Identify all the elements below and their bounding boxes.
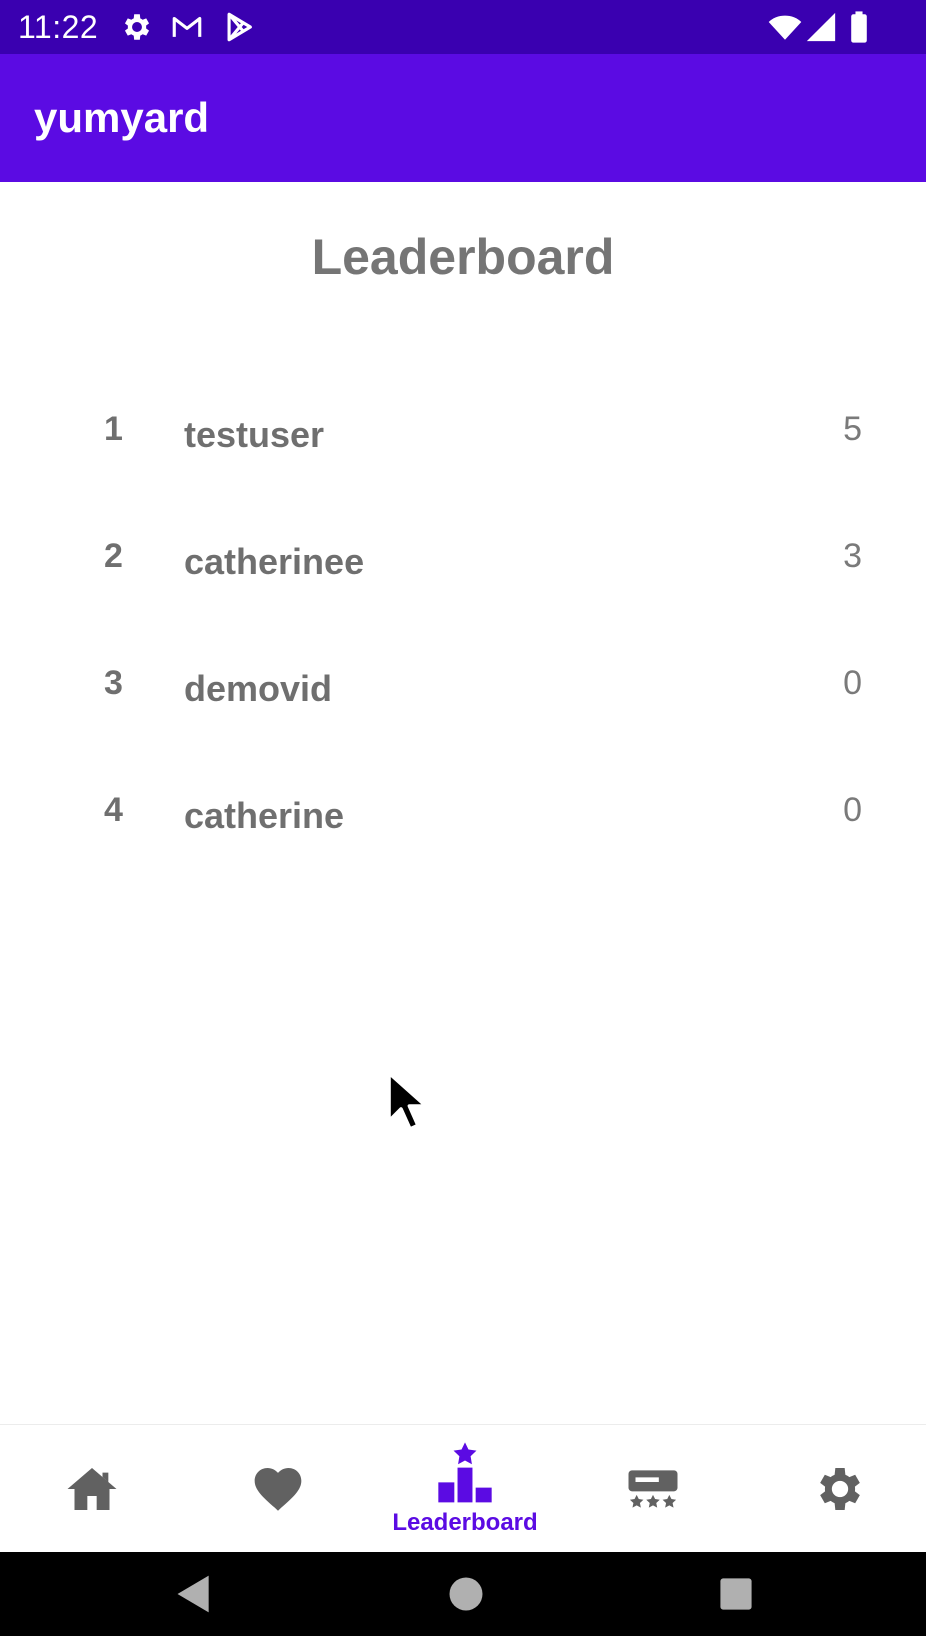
back-icon[interactable] [172,1572,216,1616]
app-bar: yumyard [0,54,926,182]
signal-icon [804,10,838,44]
nav-leaderboard-label: Leaderboard [392,1509,538,1536]
nav-reviews[interactable] [578,1425,728,1553]
mouse-cursor-icon [385,1068,433,1138]
settings-icon [812,1461,868,1517]
score: 0 [843,664,862,702]
rank: 4 [104,791,123,829]
leaderboard-row: 3 demovid 0 [0,664,926,744]
home-icon [64,1461,120,1517]
leaderboard-row: 4 catherine 0 [0,791,926,871]
username: catherine [184,795,345,836]
username: catherinee [184,541,365,582]
leaderboard-icon [433,1441,497,1505]
page-title: Leaderboard [311,229,615,285]
gear-icon [120,10,154,44]
gmail-icon [170,10,204,44]
username: demovid [184,668,333,709]
nav-leaderboard[interactable]: Leaderboard [390,1425,540,1553]
bottom-navigation: Leaderboard [0,1424,926,1552]
heart-icon [250,1461,306,1517]
score: 5 [843,410,862,448]
nav-settings[interactable] [765,1425,915,1553]
rank: 3 [104,664,123,702]
status-bar: 11:22 [0,0,926,54]
app-title: yumyard [34,94,210,141]
nav-favorites[interactable] [203,1425,353,1553]
wifi-icon [768,10,802,44]
recents-icon[interactable] [714,1572,758,1616]
username: testuser [184,414,325,455]
home-circle-icon[interactable] [444,1572,488,1616]
leaderboard-row: 2 catherinee 3 [0,537,926,617]
rank: 2 [104,537,123,575]
score: 3 [843,537,862,575]
leaderboard-row: 1 testuser 5 [0,410,926,490]
play-store-icon [222,10,256,44]
nav-home[interactable] [17,1425,167,1553]
score: 0 [843,791,862,829]
status-time: 11:22 [18,9,99,45]
rank: 1 [104,410,123,448]
battery-icon [846,10,872,44]
system-navigation-bar [0,1552,926,1636]
rating-icon [625,1461,681,1517]
